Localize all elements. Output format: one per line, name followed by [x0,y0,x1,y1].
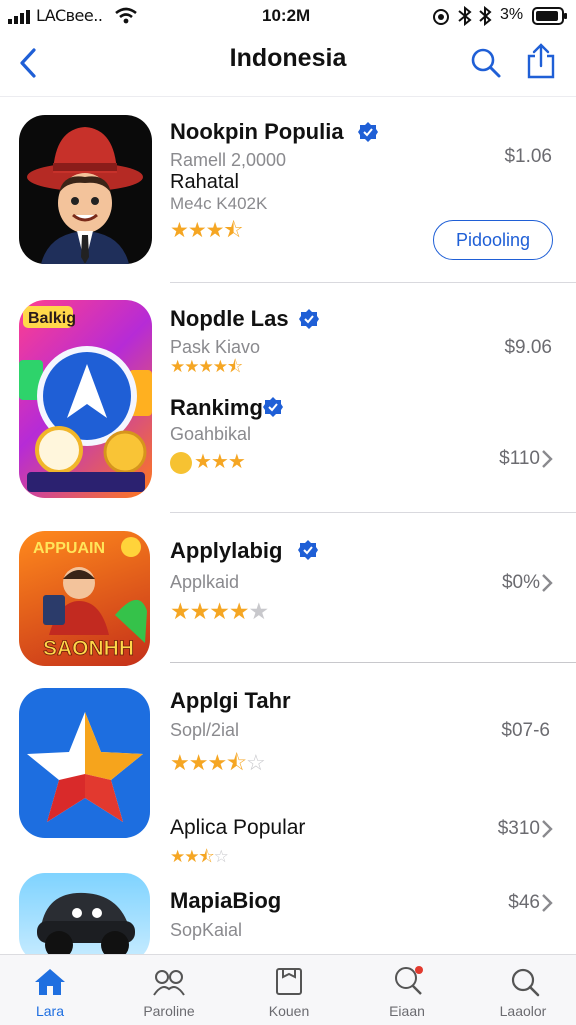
tab-bar: Lara Paroline Kouen Eiaan Laaolor [0,954,576,1025]
app-subtitle: Goahbikal [170,424,252,444]
app-subtitle: Ramell 2,0000 [170,150,287,170]
chevron-right-icon[interactable] [540,892,554,914]
app-name[interactable]: Nookpin Populia [170,119,344,145]
share-button[interactable] [526,42,556,80]
home-icon [35,969,65,995]
status-time: 10:2M [262,6,311,25]
app-price: $46 [508,892,540,913]
tab-profile[interactable]: Paroline [114,955,224,1025]
rating-stars: ★★★ [194,451,246,473]
get-button[interactable]: Pidooling [433,220,553,260]
adventure-hero-icon: APPUAIN SAONHH [33,537,147,660]
row-divider [170,282,576,283]
svg-text:APPUAIN: APPUAIN [33,540,105,557]
app-category: Rahatal [170,171,239,193]
app-name[interactable]: Nopdle Las [170,306,289,332]
bluetooth-icon [479,6,492,26]
app-price: $310 [497,818,540,839]
coin-icon [170,452,192,474]
battery-icon [532,7,567,25]
app-subtitle: Applkaid [170,572,240,592]
app-name[interactable]: Applgi Tahr [170,688,291,714]
focus-icon [433,9,449,25]
verified-badge-icon [358,122,378,142]
carrier-label: LACвee.. [36,6,103,25]
tab-account[interactable]: Eiaan [352,955,462,1025]
rating-stars: ★★★⯪ [170,219,243,242]
app-icon-star[interactable] [19,688,150,838]
star-logo-icon [27,712,143,822]
app-price: $07-6 [501,720,550,741]
app-name[interactable]: Aplica Popular [170,816,305,840]
chevron-right-icon[interactable] [540,448,554,470]
app-icon-car[interactable] [19,873,150,963]
battery-percent: 3% [500,6,524,23]
chevron-right-icon[interactable] [540,572,554,594]
search-icon [511,968,540,997]
app-price: $0% [501,572,540,593]
people-icon [153,970,185,996]
tab-label: Kouen [268,1003,310,1019]
signal-icon [8,10,30,24]
tab-updates[interactable]: Kouen [234,955,344,1025]
app-price: $110 [499,448,540,469]
verified-badge-icon [299,309,319,329]
tab-label: Lara [35,1003,65,1019]
tab-label: Paroline [143,1003,195,1019]
rating-stars: ★★⯪☆ [170,847,229,866]
app-icon-game[interactable]: Balkig [19,300,152,498]
app-price: $9.06 [504,337,552,358]
tab-label: Laaolor [499,1003,547,1019]
rating-stars: ★★★⯪☆ [170,750,266,775]
app-developer: Me4c K402K [170,194,268,213]
chevron-right-icon[interactable] [540,818,554,840]
verified-badge-icon [298,540,318,560]
app-name[interactable]: Applylabig [170,538,282,564]
app-icon-adventure[interactable]: APPUAIN SAONHH [19,531,150,666]
app-icon-cowboy[interactable] [19,115,152,264]
rating-stars: ★★★★⯪ [170,357,243,376]
tab-search[interactable]: Laaolor [470,955,576,1025]
game-compass-icon: Balkig [19,306,152,492]
app-price: $1.06 [504,146,552,167]
row-divider [170,512,576,513]
rating-stars: ★★★★★ [170,598,269,624]
box-icon [276,968,302,995]
car-icon [37,892,135,959]
tab-label: Eiaan [389,1003,425,1019]
vpn-icon [458,6,472,26]
search-button[interactable] [470,46,502,80]
app-name[interactable]: Rankimg [170,395,263,421]
nav-divider [0,96,576,97]
svg-text:SAONHH: SAONHH [43,637,134,660]
row-divider [170,662,576,663]
app-subtitle: Sopl/2ial [170,720,240,740]
cowboy-avatar-icon [27,127,143,264]
verified-badge-icon [263,397,283,417]
wifi-icon [115,7,137,24]
app-subtitle: SopKaial [170,920,243,940]
tab-home[interactable]: Lara [0,955,100,1025]
search-person-icon [395,966,423,995]
app-name[interactable]: MapiaBiog [170,888,281,914]
status-bar: LACвee.. 10:2M 3% [0,0,576,34]
svg-text:Balkig: Balkig [28,310,76,327]
